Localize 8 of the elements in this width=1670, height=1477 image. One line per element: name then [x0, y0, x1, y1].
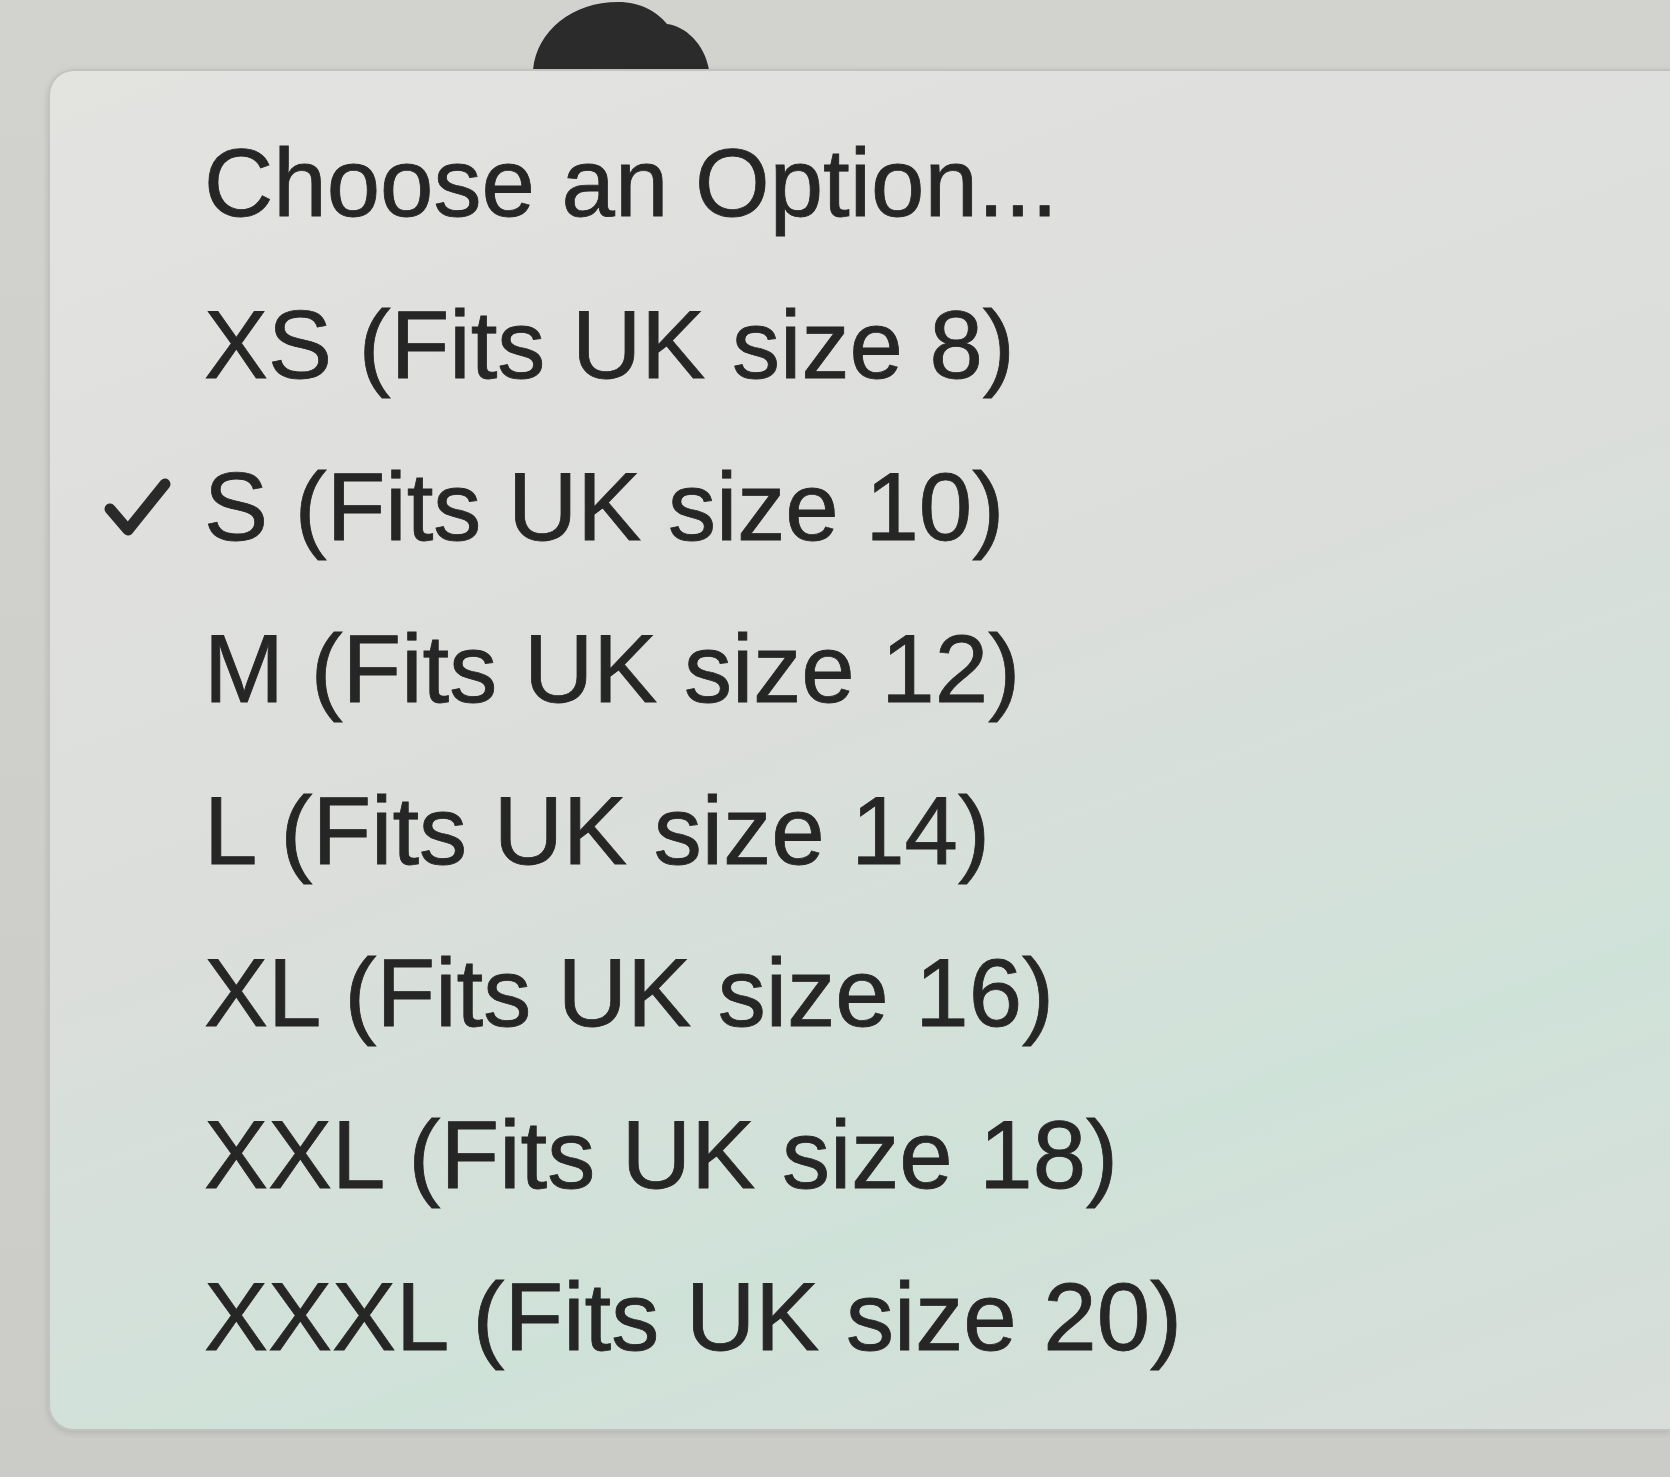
menu-item[interactable]: XXXL (Fits UK size 20) [204, 1236, 1183, 1398]
menu-item[interactable]: Choose an Option... [204, 102, 1058, 264]
menu-item[interactable]: L (Fits UK size 14) [204, 750, 990, 912]
menu-item[interactable]: XS (Fits UK size 8) [204, 264, 1015, 426]
menu-item[interactable]: M (Fits UK size 12) [204, 588, 1021, 750]
menu-item[interactable]: S (Fits UK size 10) [103, 426, 1005, 588]
menu-item[interactable]: XXL (Fits UK size 18) [204, 1074, 1118, 1236]
menu-item[interactable]: XL (Fits UK size 16) [204, 912, 1054, 1074]
